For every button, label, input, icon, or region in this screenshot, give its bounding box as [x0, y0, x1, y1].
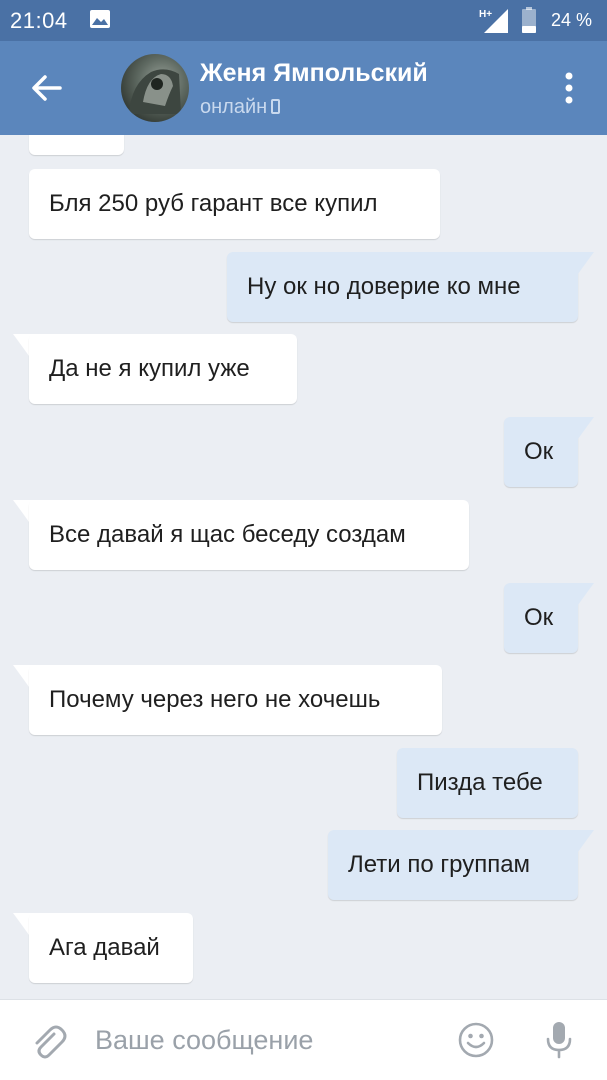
message-bubble-outgoing[interactable]: Пизда тебе [397, 748, 578, 818]
avatar[interactable] [121, 54, 189, 122]
bubble-tail [572, 252, 594, 274]
more-vertical-icon [565, 72, 573, 104]
message-bubble-outgoing[interactable]: Лети по группам [328, 830, 578, 900]
more-button[interactable] [555, 67, 583, 109]
phone-icon [271, 99, 281, 114]
microphone-icon [546, 1022, 572, 1059]
contact-status: онлайн [200, 96, 281, 119]
arrow-left-icon [32, 75, 62, 101]
message-bubble-outgoing[interactable]: Ок [504, 583, 578, 653]
message-bubble-incoming[interactable] [29, 135, 124, 155]
message-bubble-incoming[interactable]: Да не я купил уже [29, 334, 297, 404]
bubble-tail [572, 583, 594, 605]
message-composer [0, 999, 607, 1080]
message-bubble-incoming[interactable]: Почему через него не хочешь [29, 665, 442, 735]
message-bubble-incoming[interactable]: Бля 250 руб гарант все купил [29, 169, 440, 239]
status-bar: 21:04 H+ 24 % [0, 0, 607, 41]
back-button[interactable] [22, 63, 72, 113]
signal-icon: H+ [479, 9, 508, 33]
message-bubble-outgoing[interactable]: Ок [504, 417, 578, 487]
chat-header: Женя Ямпольский онлайн [0, 41, 607, 135]
message-bubble-incoming[interactable]: Все давай я щас беседу создам [29, 500, 469, 570]
message-text: Пизда тебе [417, 769, 543, 796]
bubble-tail [572, 830, 594, 852]
bubble-tail [572, 417, 594, 439]
image-icon [90, 10, 110, 28]
message-text: Лети по группам [348, 851, 531, 878]
contact-status-text: онлайн [200, 96, 268, 118]
avatar-image [129, 69, 181, 114]
message-bubble-incoming[interactable]: Ага давай [29, 913, 193, 983]
battery-percent: 24 % [551, 10, 593, 30]
attach-button[interactable] [28, 1022, 68, 1062]
contact-name[interactable]: Женя Ямпольский [200, 59, 428, 88]
message-input[interactable] [95, 1018, 425, 1062]
message-text: Ок [524, 604, 554, 631]
message-text: Ага давай [49, 934, 160, 961]
message-text: Да не я купил уже [49, 355, 250, 382]
message-text: Бля 250 руб гарант все купил [49, 190, 378, 217]
battery-icon [522, 7, 536, 33]
network-type-label: H+ [479, 9, 492, 20]
message-text: Ок [524, 438, 554, 465]
message-bubble-outgoing[interactable]: Ну ок но доверие ко мне [227, 252, 578, 322]
mic-button[interactable] [544, 1020, 574, 1060]
paperclip-icon [35, 1025, 67, 1059]
message-text: Все давай я щас беседу создам [49, 521, 406, 548]
smiley-icon [458, 1022, 494, 1058]
message-text: Ну ок но доверие ко мне [247, 273, 521, 300]
message-text: Почему через него не хочешь [49, 686, 381, 713]
status-time: 21:04 [10, 8, 68, 33]
emoji-button[interactable] [457, 1021, 495, 1059]
message-list[interactable]: Бля 250 руб гарант все купил Ну ок но до… [0, 135, 607, 999]
